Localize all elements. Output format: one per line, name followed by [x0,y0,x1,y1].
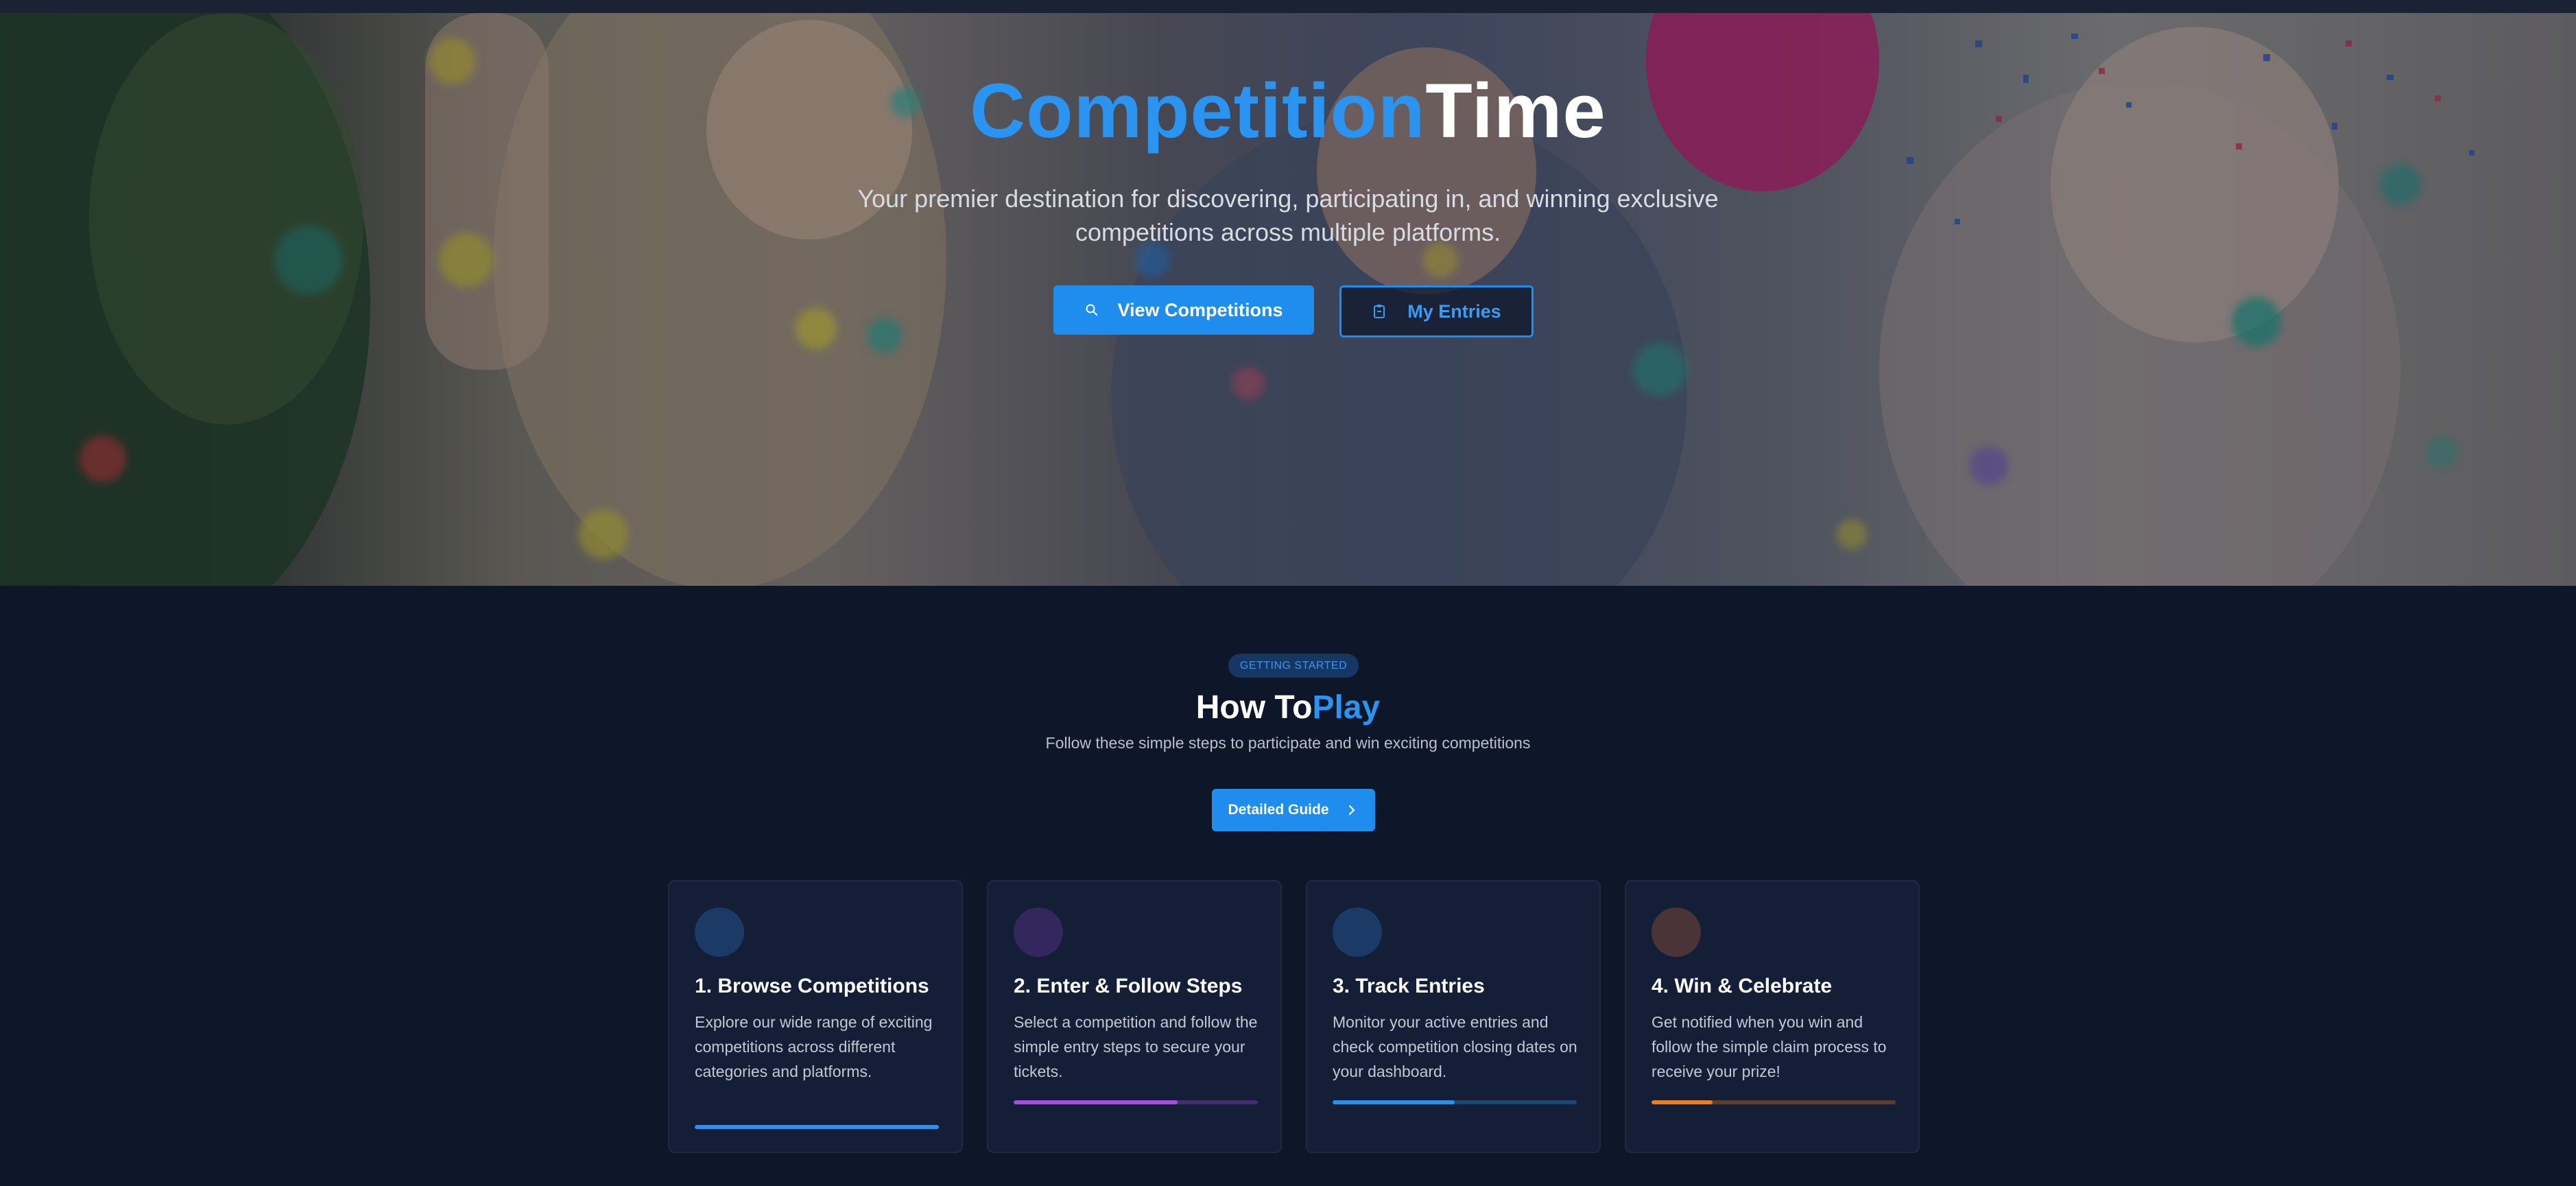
top-bar [0,0,2576,13]
step-progress-fill [1014,1100,1178,1104]
step-icon-circle [1651,908,1701,957]
step-progress-bar [1651,1100,1896,1104]
step-icon-circle [1333,908,1382,957]
step-title: 2. Enter & Follow Steps [1014,975,1243,997]
my-entries-button[interactable]: My Entries [1339,285,1534,337]
how-to-play-title-accent: Play [1312,689,1381,726]
step-progress-bar [1014,1100,1258,1104]
view-competitions-button[interactable]: View Competitions [1053,285,1314,335]
hero-subtitle: Your premier destination for discovering… [857,185,1719,246]
step-title: 4. Win & Celebrate [1651,975,1833,997]
getting-started-badge: GETTING STARTED [1228,654,1359,678]
step-icon-circle [695,908,744,957]
step-progress-fill [695,1125,939,1129]
step-progress-fill [1651,1100,1713,1104]
step-progress-bar [695,1125,939,1129]
step-icon-circle [1014,908,1063,957]
chevron-right-icon [1344,803,1359,818]
step-card-enter: 2. Enter & Follow Steps Select a competi… [987,880,1282,1153]
search-icon [1084,303,1099,318]
step-title: 1. Browse Competitions [695,975,929,997]
step-progress-bar [1333,1100,1577,1104]
clipboard-icon [1372,304,1387,319]
hero-title: CompetitionTime [0,60,2576,163]
step-progress-fill [1333,1100,1455,1104]
my-entries-label: My Entries [1407,300,1501,322]
how-to-play-title: How ToPlay [0,686,2576,730]
step-card-browse: 1. Browse Competitions Explore our wide … [668,880,963,1153]
view-competitions-label: View Competitions [1117,299,1283,320]
hero-title-main: Time [1425,68,1606,154]
step-description: Get notified when you win and follow the… [1651,1013,1887,1080]
step-card-win: 4. Win & Celebrate Get notified when you… [1625,880,1920,1153]
how-to-play-subtitle: Follow these simple steps to participate… [1045,734,1531,752]
detailed-guide-label: Detailed Guide [1228,802,1329,818]
step-description: Select a competition and follow the simp… [1014,1013,1258,1080]
step-description: Monitor your active entries and check co… [1333,1013,1577,1080]
how-to-play-title-main: How To [1195,689,1313,726]
step-description: Explore our wide range of exciting compe… [695,1013,933,1080]
step-title: 3. Track Entries [1333,975,1485,997]
detailed-guide-button[interactable]: Detailed Guide [1212,789,1375,831]
step-card-track: 3. Track Entries Monitor your active ent… [1306,880,1601,1153]
hero-title-accent: Competition [970,68,1426,154]
